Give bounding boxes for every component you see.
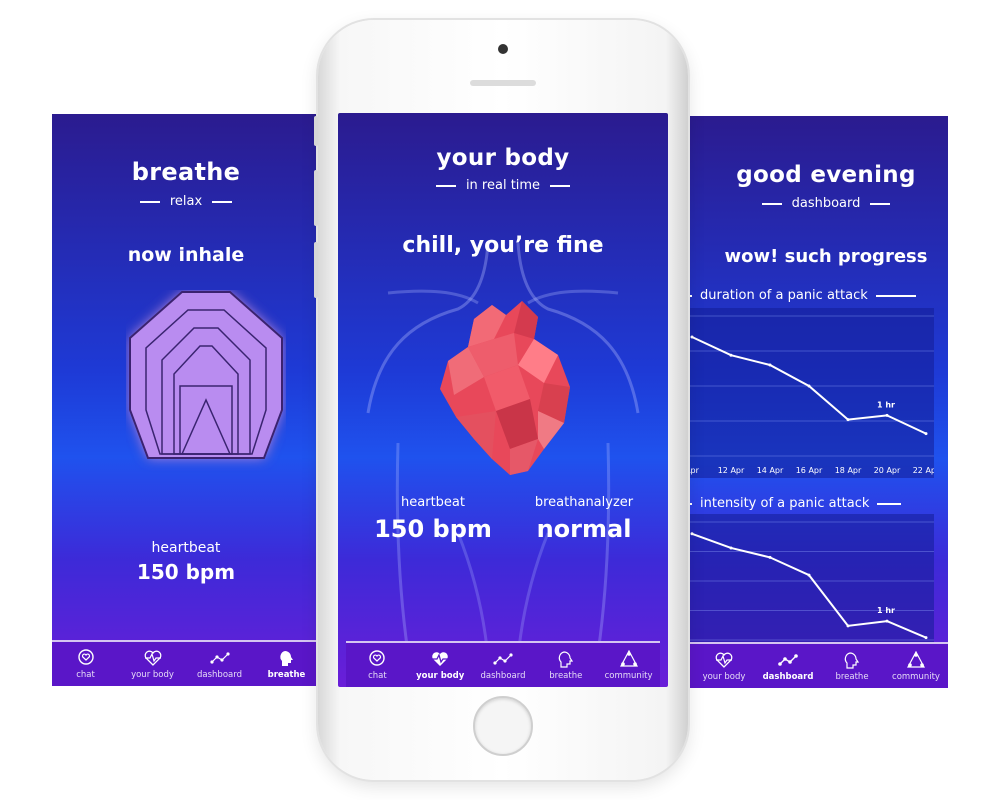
chat-heart-icon xyxy=(369,649,386,666)
tab-community[interactable]: community xyxy=(597,643,660,687)
data-point xyxy=(768,555,772,559)
dashboard-icon xyxy=(209,651,230,664)
heartbeat-icon xyxy=(432,651,449,666)
tab-chat[interactable]: chat xyxy=(52,642,119,686)
dashboard-tab-bar: your body dashboard breathe community xyxy=(684,642,948,688)
intensity-chart-svg: 1 hr xyxy=(684,521,934,641)
dashboard-screen: good evening dashboard wow! such progres… xyxy=(684,116,948,688)
breathe-heartbeat-label: heartbeat xyxy=(151,540,221,556)
breathe-head-icon xyxy=(844,651,860,669)
data-point xyxy=(690,335,694,339)
breathe-screen: breathe relax now inhale heartbeat 150 b… xyxy=(52,114,320,686)
breathe-title: breathe xyxy=(131,158,241,186)
tab-breathe[interactable]: breathe xyxy=(253,642,320,686)
breathe-tab-bar: chat your body dashboard breathe xyxy=(52,640,320,686)
heartbeat-value: 150 bpm xyxy=(374,515,492,543)
breathe-head-icon xyxy=(558,650,573,668)
x-tick-label: 12 Apr xyxy=(718,466,745,475)
dashboard-headline: wow! such progress xyxy=(724,246,928,267)
data-point xyxy=(768,363,772,367)
x-tick-label: 22 Apr xyxy=(913,466,934,475)
data-point xyxy=(690,532,694,536)
x-tick-label: 14 Apr xyxy=(757,466,784,475)
x-tick-label: 20 Apr xyxy=(874,466,901,475)
data-point xyxy=(846,418,850,422)
volume-down-button xyxy=(314,242,318,298)
mute-switch xyxy=(314,116,318,146)
home-button[interactable] xyxy=(473,696,533,756)
tab-chat[interactable]: chat xyxy=(346,643,409,687)
data-point xyxy=(729,546,733,550)
data-point xyxy=(846,624,850,628)
earpiece-speaker xyxy=(470,80,536,86)
phone-device: your body in real time chill, you’re fin… xyxy=(314,20,688,780)
your-body-tab-bar: chat your body dashboard breathe communi… xyxy=(346,641,660,687)
community-icon xyxy=(907,650,925,668)
data-point xyxy=(885,413,889,417)
chart-annotation: 1 hr xyxy=(877,400,895,409)
your-body-subtitle: in real time xyxy=(338,178,668,193)
chart1-header: duration of a panic attack xyxy=(684,288,948,303)
tab-community[interactable]: community xyxy=(884,644,948,688)
tab-dashboard[interactable]: dashboard xyxy=(186,642,253,686)
chart-annotation: 1 hr xyxy=(877,606,895,615)
your-body-screen: your body in real time chill, you’re fin… xyxy=(338,113,668,687)
breathe-subtitle: relax xyxy=(52,194,320,209)
chat-heart-icon xyxy=(77,648,94,665)
data-point xyxy=(807,384,811,388)
x-tick-label: 18 Apr xyxy=(835,466,862,475)
heartbeat-icon xyxy=(144,650,161,666)
data-point xyxy=(924,432,928,436)
lowpoly-heart-graphic xyxy=(434,299,574,489)
intensity-chart: 1 hr xyxy=(684,514,934,644)
dashboard-icon xyxy=(778,653,798,666)
breathe-head-icon xyxy=(279,650,293,666)
tab-your-body[interactable]: your body xyxy=(692,644,756,688)
tab-dashboard[interactable]: dashboard xyxy=(756,644,820,688)
chart2-header: intensity of a panic attack xyxy=(684,496,948,511)
heartbeat-icon xyxy=(715,652,733,668)
duration-chart: 1 hr Apr 12 Apr 14 Apr 16 Apr 18 Apr 20 Apr 22 … xyxy=(684,308,934,478)
heartbeat-label: heartbeat xyxy=(401,495,465,510)
x-tick-label: 16 Apr xyxy=(796,466,823,475)
dashboard-title: good evening xyxy=(736,162,916,188)
your-body-title: your body xyxy=(436,145,570,171)
data-point xyxy=(924,636,928,640)
breathing-octagon-graphic xyxy=(126,290,286,490)
dashboard-subtitle: dashboard xyxy=(704,196,948,211)
breathanalyzer-label: breathanalyzer xyxy=(534,495,634,510)
body-status-text: chill, you’re fine xyxy=(402,233,604,258)
data-point xyxy=(885,619,889,623)
front-camera xyxy=(498,44,508,54)
duration-chart-svg: 1 hrApr 12 Apr 14 Apr 16 Apr 18 Apr 20 Apr 22 … xyxy=(684,315,934,475)
tab-your-body[interactable]: your body xyxy=(119,642,186,686)
tab-your-body[interactable]: your body xyxy=(409,643,472,687)
breathanalyzer-value: normal xyxy=(536,515,632,543)
series-line xyxy=(691,532,927,639)
tab-dashboard[interactable]: dashboard xyxy=(472,643,535,687)
data-point xyxy=(807,573,811,577)
breathe-heartbeat-value: 150 bpm xyxy=(136,560,236,584)
breathe-instruction: now inhale xyxy=(127,244,245,266)
community-icon xyxy=(619,649,638,667)
tab-breathe[interactable]: breathe xyxy=(534,643,597,687)
volume-up-button xyxy=(314,170,318,226)
dashboard-icon xyxy=(493,652,513,665)
data-point xyxy=(729,353,733,357)
tab-breathe[interactable]: breathe xyxy=(820,644,884,688)
